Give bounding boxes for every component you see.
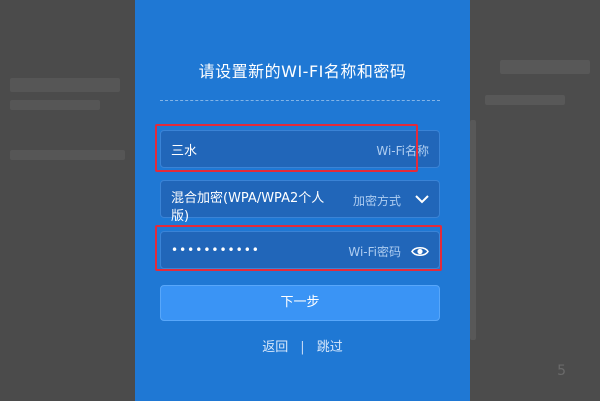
chevron-down-icon[interactable] <box>415 194 429 204</box>
back-link[interactable]: 返回 <box>262 340 288 355</box>
blurred-text <box>10 150 125 160</box>
dialog-title: 请设置新的WI-FI名称和密码 <box>198 62 407 81</box>
encryption-select[interactable]: 混合加密(WPA/WPA2个人版) 加密方式 <box>160 180 440 224</box>
blurred-text <box>10 78 120 92</box>
blurred-text <box>10 100 100 110</box>
link-separator: | <box>300 340 305 355</box>
blurred-text <box>500 60 590 74</box>
wifi-setup-dialog: 请设置新的WI-FI名称和密码 三水 Wi-Fi名称 混合加密(WPA/WPA2… <box>135 0 470 401</box>
skip-link[interactable]: 跳过 <box>317 340 343 355</box>
blurred-edge <box>470 120 476 340</box>
highlight-wifi-name <box>155 124 418 172</box>
blurred-text <box>485 95 565 105</box>
next-step-button[interactable]: 下一步 <box>160 285 440 321</box>
encryption-value: 混合加密(WPA/WPA2个人版) <box>171 191 325 224</box>
highlight-wifi-password <box>155 225 442 271</box>
divider <box>160 100 440 101</box>
background-left <box>0 0 135 401</box>
background-right: 5 <box>470 0 600 401</box>
corner-number: 5 <box>557 363 566 379</box>
footer-links: 返回 | 跳过 <box>135 336 470 355</box>
encryption-hint: 加密方式 <box>352 194 401 208</box>
